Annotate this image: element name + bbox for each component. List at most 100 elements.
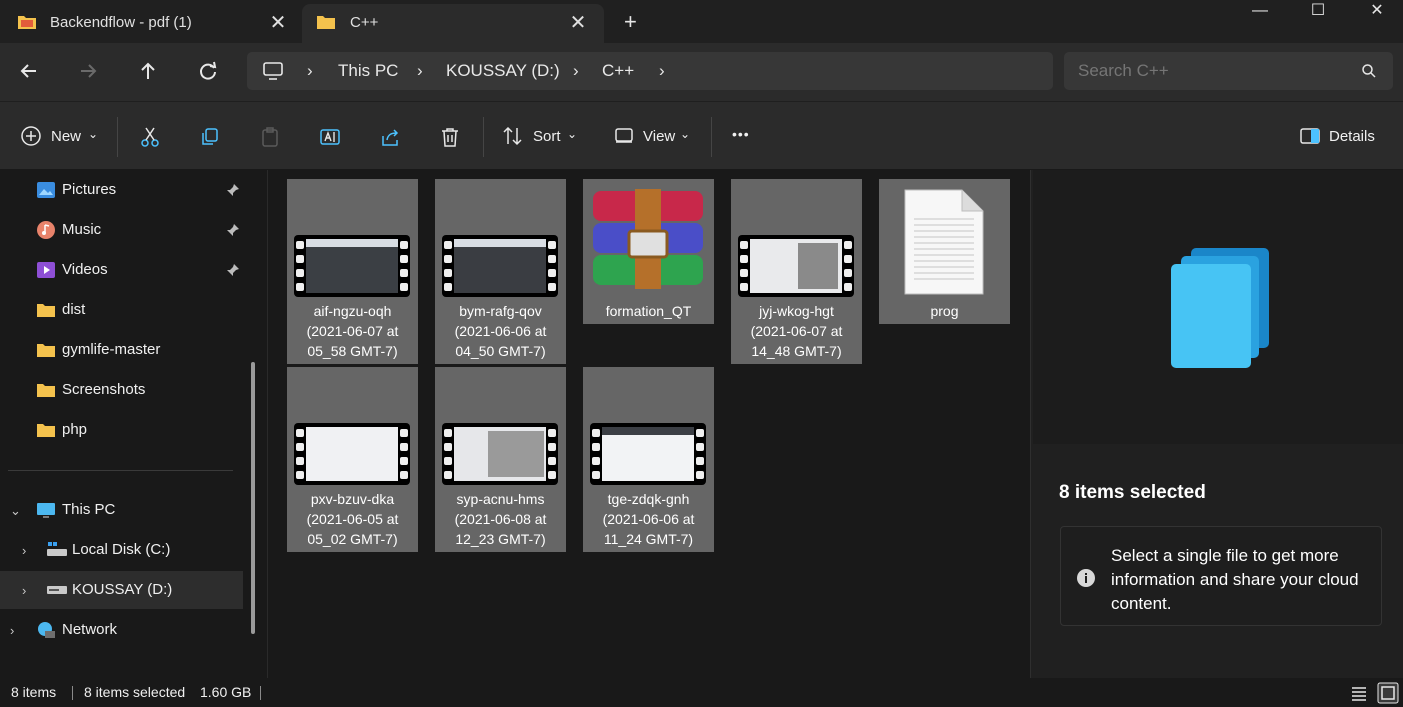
chevron-right-icon[interactable]: › (573, 61, 579, 81)
file-tile-video[interactable]: bym-rafg-qov (2021-06-06 at 04_50 GMT-7) (435, 179, 566, 364)
scrollbar[interactable] (251, 362, 255, 634)
film-sprocket (444, 283, 452, 291)
film-sprocket (592, 429, 600, 437)
forward-arrow-icon[interactable] (73, 56, 103, 86)
tab-backendflow[interactable]: Backendflow - pdf (1) ✕ (2, 4, 298, 43)
item-count: 8 items (11, 684, 57, 700)
rename-icon[interactable] (319, 126, 341, 148)
chevron-right-icon[interactable]: › (659, 61, 665, 81)
film-sprocket (740, 255, 748, 263)
video-thumbnail (590, 423, 706, 485)
film-sprocket (592, 443, 600, 451)
pictures-icon (37, 182, 55, 198)
minimize-button[interactable]: — (1238, 0, 1282, 24)
up-arrow-icon[interactable] (133, 56, 163, 86)
film-sprocket (296, 429, 304, 437)
chevron-right-icon[interactable]: › (307, 61, 313, 81)
details-button[interactable]: Details (1298, 120, 1388, 152)
separator (117, 117, 118, 157)
file-tile-archive[interactable]: formation_QT (583, 179, 714, 324)
film-sprocket (296, 255, 304, 263)
chevron-right-icon[interactable]: › (22, 583, 26, 598)
chevron-right-icon[interactable]: › (417, 61, 423, 81)
film-sprocket (400, 471, 408, 479)
large-icons-view-icon[interactable] (1377, 682, 1399, 704)
sort-button[interactable]: Sort ⌄ (500, 120, 584, 152)
file-time: 14_48 GMT-7) (751, 343, 842, 359)
copy-icon[interactable] (199, 126, 221, 148)
film-sprocket (400, 269, 408, 277)
film-sprocket (740, 241, 748, 249)
maximize-button[interactable]: ☐ (1296, 0, 1340, 24)
video-thumbnail (442, 423, 558, 485)
video-thumbnail (738, 235, 854, 297)
file-time: 05_58 GMT-7) (307, 343, 398, 359)
sidebar-item-php[interactable]: php (0, 411, 243, 449)
new-tab-button[interactable]: + (624, 9, 637, 35)
film-sprocket (296, 457, 304, 465)
drive-icon (47, 542, 67, 556)
network-icon (38, 622, 55, 638)
folder-icon (37, 344, 55, 357)
search-input[interactable] (1078, 59, 1348, 83)
chevron-down-icon[interactable]: ⌄ (10, 503, 21, 519)
file-tile-video[interactable]: jyj-wkog-hgt (2021-06-07 at 14_48 GMT-7) (731, 179, 862, 364)
pin-icon[interactable] (226, 183, 240, 197)
sidebar-item-screenshots[interactable]: Screenshots (0, 371, 243, 409)
share-icon[interactable] (379, 126, 401, 148)
delete-icon[interactable] (439, 126, 461, 148)
sidebar-item-videos[interactable]: Videos (0, 251, 243, 289)
refresh-icon[interactable] (193, 56, 223, 86)
film-sprocket (548, 241, 556, 249)
sidebar-item-koussay-drive[interactable]: › KOUSSAY (D:) (0, 571, 243, 609)
sidebar-item-music[interactable]: Music (0, 211, 243, 249)
close-tab-icon[interactable]: ✕ (566, 11, 590, 35)
tab-cpp[interactable]: C++ ✕ (302, 4, 604, 43)
sidebar-item-pictures[interactable]: Pictures (0, 171, 243, 209)
film-sprocket (696, 471, 704, 479)
file-tile-video[interactable]: syp-acnu-hms (2021-06-08 at 12_23 GMT-7) (435, 367, 566, 552)
details-label: Details (1329, 128, 1375, 145)
address-bar[interactable]: › This PC › KOUSSAY (D:) › C++ › (247, 52, 1053, 90)
breadcrumb-drive[interactable]: KOUSSAY (D:) (446, 61, 560, 81)
cut-icon[interactable] (139, 126, 161, 148)
sidebar-item-network[interactable]: › Network (0, 611, 243, 649)
sidebar-item-dist[interactable]: dist (0, 291, 243, 329)
back-arrow-icon[interactable] (14, 56, 44, 86)
details-pane: 8 items selected Select a single file to… (1030, 170, 1403, 678)
chevron-right-icon[interactable]: › (10, 623, 14, 638)
chevron-right-icon[interactable]: › (22, 543, 26, 558)
separator (260, 686, 261, 700)
computer-icon (37, 503, 55, 518)
details-view-icon[interactable] (1350, 684, 1368, 702)
breadcrumb-cpp[interactable]: C++ (602, 61, 634, 81)
video-thumbnail (294, 423, 410, 485)
file-tile-video[interactable]: tge-zdqk-gnh (2021-06-06 at 11_24 GMT-7) (583, 367, 714, 552)
film-sprocket (696, 429, 704, 437)
pin-icon[interactable] (226, 223, 240, 237)
sidebar-item-local-disk[interactable]: › Local Disk (C:) (0, 531, 243, 569)
file-tile-document[interactable]: prog (879, 179, 1010, 324)
sidebar-item-this-pc[interactable]: ⌄ This PC (0, 491, 243, 529)
file-date: (2021-06-05 at (306, 511, 399, 527)
close-window-button[interactable]: ✕ (1355, 0, 1399, 24)
view-button[interactable]: View ⌄ (612, 120, 696, 152)
new-button[interactable]: New ⌄ (14, 120, 104, 152)
close-tab-icon[interactable]: ✕ (266, 11, 290, 35)
film-sprocket (592, 471, 600, 479)
breadcrumb-this-pc[interactable]: This PC (338, 61, 398, 81)
film-sprocket (444, 269, 452, 277)
pin-icon[interactable] (226, 263, 240, 277)
search-box[interactable] (1064, 52, 1393, 90)
file-tile-video[interactable]: pxv-bzuv-dka (2021-06-05 at 05_02 GMT-7) (287, 367, 418, 552)
more-options-button[interactable]: ••• (732, 126, 750, 142)
computer-icon (263, 62, 283, 80)
search-icon[interactable] (1361, 63, 1377, 79)
file-tile-video[interactable]: aif-ngzu-oqh (2021-06-07 at 05_58 GMT-7) (287, 179, 418, 364)
film-sprocket (740, 269, 748, 277)
sidebar-item-gymlife-master[interactable]: gymlife-master (0, 331, 243, 369)
paste-icon[interactable] (259, 126, 281, 148)
multiple-files-icon (1171, 248, 1269, 368)
film-sprocket (696, 457, 704, 465)
film-sprocket (844, 269, 852, 277)
